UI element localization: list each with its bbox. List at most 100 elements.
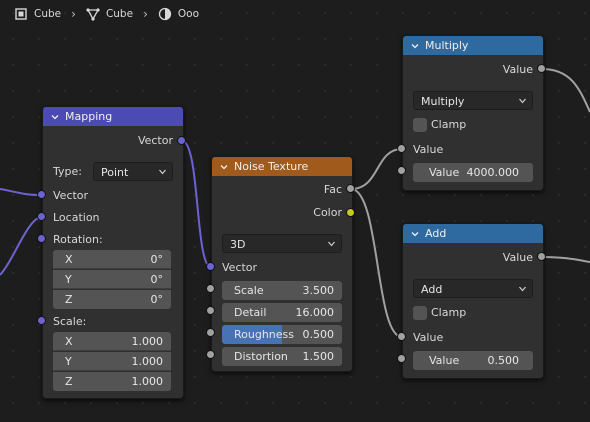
breadcrumb-mesh[interactable]: Cube — [106, 8, 133, 20]
dropdown-value: Multiply — [421, 95, 465, 108]
mapping-input-location-socket[interactable] — [37, 212, 46, 221]
field-value: 4000.000 — [466, 166, 520, 179]
add-output-value-socket[interactable] — [537, 252, 546, 261]
noise-input-scale-socket[interactable] — [206, 284, 215, 293]
chevron-down-icon — [159, 169, 166, 175]
output-value-label: Value — [502, 251, 533, 264]
field-label: Distortion — [234, 350, 288, 363]
multiply-input-value2-socket[interactable] — [397, 166, 406, 175]
output-vector-label: Vector — [137, 134, 173, 147]
mapping-input-vector-socket[interactable] — [37, 190, 46, 199]
mapping-input-scale-socket[interactable] — [37, 316, 46, 325]
clamp-label: Clamp — [431, 306, 467, 319]
noise-dimensions-dropdown[interactable]: 3D — [222, 234, 342, 253]
noise-distortion-field[interactable]: Distortion 1.500 — [222, 347, 342, 366]
mapping-node[interactable]: Mapping Vector Type: Point Vector Locati… — [42, 106, 184, 399]
rotation-y-field[interactable]: Y 0° — [53, 270, 171, 289]
field-value: 16.000 — [295, 306, 335, 319]
collapse-chevron-icon[interactable] — [220, 163, 228, 171]
multiply-operation-dropdown[interactable]: Multiply — [413, 91, 533, 110]
noise-output-fac-socket[interactable] — [346, 184, 355, 193]
field-value: 0° — [150, 253, 164, 266]
multiply-math-node[interactable]: Multiply Value Multiply Clamp Value Valu… — [402, 35, 544, 191]
output-value-label: Value — [502, 63, 533, 76]
add-value-field[interactable]: Value 0.500 — [413, 351, 533, 370]
noise-input-vector-socket[interactable] — [206, 262, 215, 271]
clamp-label: Clamp — [431, 118, 467, 131]
rotation-x-field[interactable]: X 0° — [53, 250, 171, 269]
link-mapping-noise — [181, 140, 212, 268]
field-label: Detail — [234, 306, 267, 319]
material-icon — [158, 7, 172, 21]
rotation-z-field[interactable]: Z 0° — [53, 290, 171, 309]
field-value: 0° — [150, 273, 164, 286]
scale-z-field[interactable]: Z 1.000 — [53, 372, 171, 391]
field-value: 3.500 — [302, 284, 335, 297]
dropdown-value: 3D — [230, 238, 246, 251]
noise-output-color-socket[interactable] — [346, 208, 355, 217]
noise-roughness-slider[interactable]: Roughness 0.500 — [222, 325, 342, 344]
mapping-type-dropdown[interactable]: Point — [93, 162, 173, 181]
output-color-label: Color — [313, 206, 342, 219]
link-in-location — [0, 216, 43, 276]
field-label: Value — [429, 354, 460, 367]
scale-x-field[interactable]: X 1.000 — [53, 332, 171, 351]
noise-scale-field[interactable]: Scale 3.500 — [222, 281, 342, 300]
multiply-value-field[interactable]: Value 4000.000 — [413, 163, 533, 182]
field-value: 0.500 — [302, 328, 335, 341]
multiply-node-header[interactable]: Multiply — [403, 36, 543, 55]
noise-input-roughness-socket[interactable] — [206, 328, 215, 337]
scale-y-field[interactable]: Y 1.000 — [53, 352, 171, 371]
noise-input-distortion-socket[interactable] — [206, 350, 215, 359]
add-input-value-socket[interactable] — [397, 332, 406, 341]
breadcrumb-object[interactable]: Cube — [34, 8, 61, 20]
field-label: Roughness — [234, 328, 295, 341]
input-vector-label: Vector — [222, 261, 258, 274]
field-label: Scale — [234, 284, 264, 297]
collapse-chevron-icon[interactable] — [411, 230, 419, 238]
noise-detail-field[interactable]: Detail 16.000 — [222, 303, 342, 322]
collapse-chevron-icon[interactable] — [51, 113, 59, 121]
axis-label: Z — [65, 293, 73, 306]
link-add-out — [541, 256, 590, 263]
add-operation-dropdown[interactable]: Add — [413, 279, 533, 298]
chevron-down-icon — [519, 98, 526, 104]
breadcrumb: Cube › Cube › Ooo — [14, 7, 199, 21]
multiply-output-value-socket[interactable] — [537, 64, 546, 73]
node-title: Add — [425, 227, 447, 240]
field-value: 1.000 — [131, 335, 164, 348]
multiply-input-value-socket[interactable] — [397, 144, 406, 153]
field-label: Value — [429, 166, 460, 179]
mapping-output-vector-socket[interactable] — [177, 136, 186, 145]
mapping-input-rotation-socket[interactable] — [37, 234, 46, 243]
noise-texture-node[interactable]: Noise Texture Fac Color 3D Vector Scale … — [211, 156, 353, 372]
node-title: Multiply — [425, 39, 469, 52]
chevron-right-icon: › — [71, 7, 76, 21]
clamp-checkbox[interactable] — [413, 306, 427, 320]
breadcrumb-material[interactable]: Ooo — [178, 8, 199, 20]
add-math-node[interactable]: Add Value Add Clamp Value Value 0.500 — [402, 223, 544, 379]
field-value: 0° — [150, 293, 164, 306]
axis-label: Z — [65, 375, 73, 388]
collapse-chevron-icon[interactable] — [411, 42, 419, 50]
field-value: 0.500 — [487, 354, 520, 367]
input-value-label: Value — [413, 143, 444, 156]
add-node-header[interactable]: Add — [403, 224, 543, 243]
axis-label: Y — [65, 355, 72, 368]
mapping-node-header[interactable]: Mapping — [43, 107, 183, 126]
node-title: Mapping — [65, 110, 113, 123]
link-fac-add — [350, 188, 403, 338]
link-in-vector — [0, 188, 43, 196]
chevron-down-icon — [328, 241, 335, 247]
dropdown-value: Point — [101, 166, 129, 179]
scale-label: Scale: — [53, 315, 87, 328]
noise-node-header[interactable]: Noise Texture — [212, 157, 352, 176]
field-value: 1.000 — [131, 355, 164, 368]
field-value: 1.500 — [302, 350, 335, 363]
field-value: 1.000 — [131, 375, 164, 388]
noise-input-detail-socket[interactable] — [206, 306, 215, 315]
input-value-label: Value — [413, 331, 444, 344]
clamp-checkbox[interactable] — [413, 118, 427, 132]
axis-label: Y — [65, 273, 72, 286]
add-input-value2-socket[interactable] — [397, 354, 406, 363]
